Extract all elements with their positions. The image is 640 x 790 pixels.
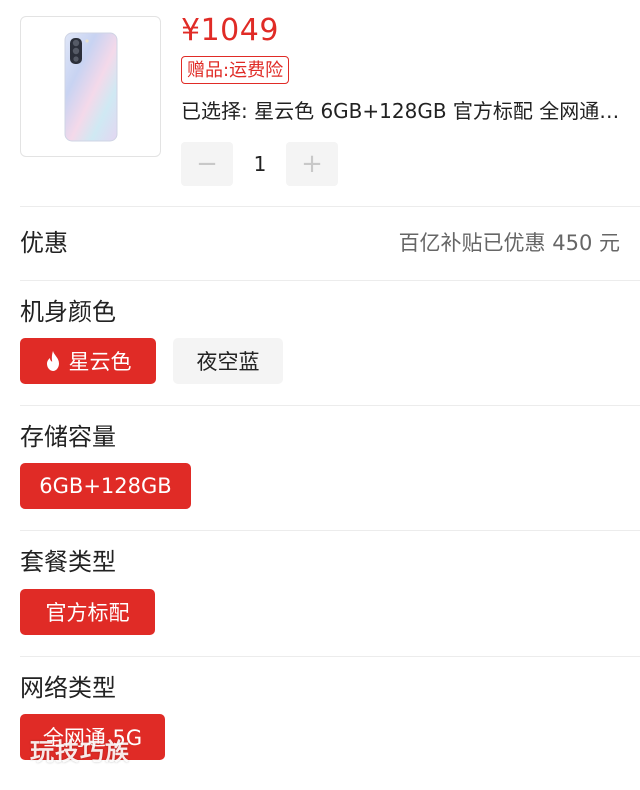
chip-label: 夜空蓝 [196, 350, 260, 374]
color-section-title: 机身颜色 [20, 298, 116, 326]
phone-icon [64, 32, 117, 141]
divider [20, 405, 640, 406]
gift-badge: 赠品:运费险 [181, 56, 290, 84]
divider [20, 206, 640, 207]
package-option-official[interactable]: 官方标配 [20, 589, 155, 635]
color-option-night-blue[interactable]: 夜空蓝 [173, 338, 283, 384]
storage-section-title: 存储容量 [20, 423, 116, 451]
watermark: 玩技巧族 [30, 738, 130, 766]
divider [20, 530, 640, 531]
package-section-title: 套餐类型 [20, 548, 116, 576]
discount-label: 优惠 [20, 229, 68, 257]
flame-icon [46, 351, 59, 371]
chip-label: 6GB+128GB [39, 474, 172, 498]
color-option-nebula[interactable]: 星云色 [20, 338, 156, 384]
chip-label: 官方标配 [45, 601, 130, 625]
selected-spec-summary: 已选择: 星云色 6GB+128GB 官方标配 全网通5G [181, 99, 621, 123]
product-price: ¥1049 [181, 13, 279, 48]
plus-icon: + [301, 149, 323, 179]
chip-label: 星云色 [68, 350, 132, 374]
divider [20, 656, 640, 657]
quantity-decrease-button[interactable]: − [181, 142, 233, 186]
network-section-title: 网络类型 [20, 674, 116, 702]
quantity-increase-button[interactable]: + [286, 142, 338, 186]
divider [20, 280, 640, 281]
discount-value[interactable]: 百亿补贴已优惠 450 元 [399, 227, 620, 259]
product-image[interactable] [20, 16, 161, 157]
storage-option-6-128[interactable]: 6GB+128GB [20, 463, 191, 509]
quantity-value[interactable]: 1 [234, 142, 286, 186]
minus-icon: − [196, 149, 218, 179]
